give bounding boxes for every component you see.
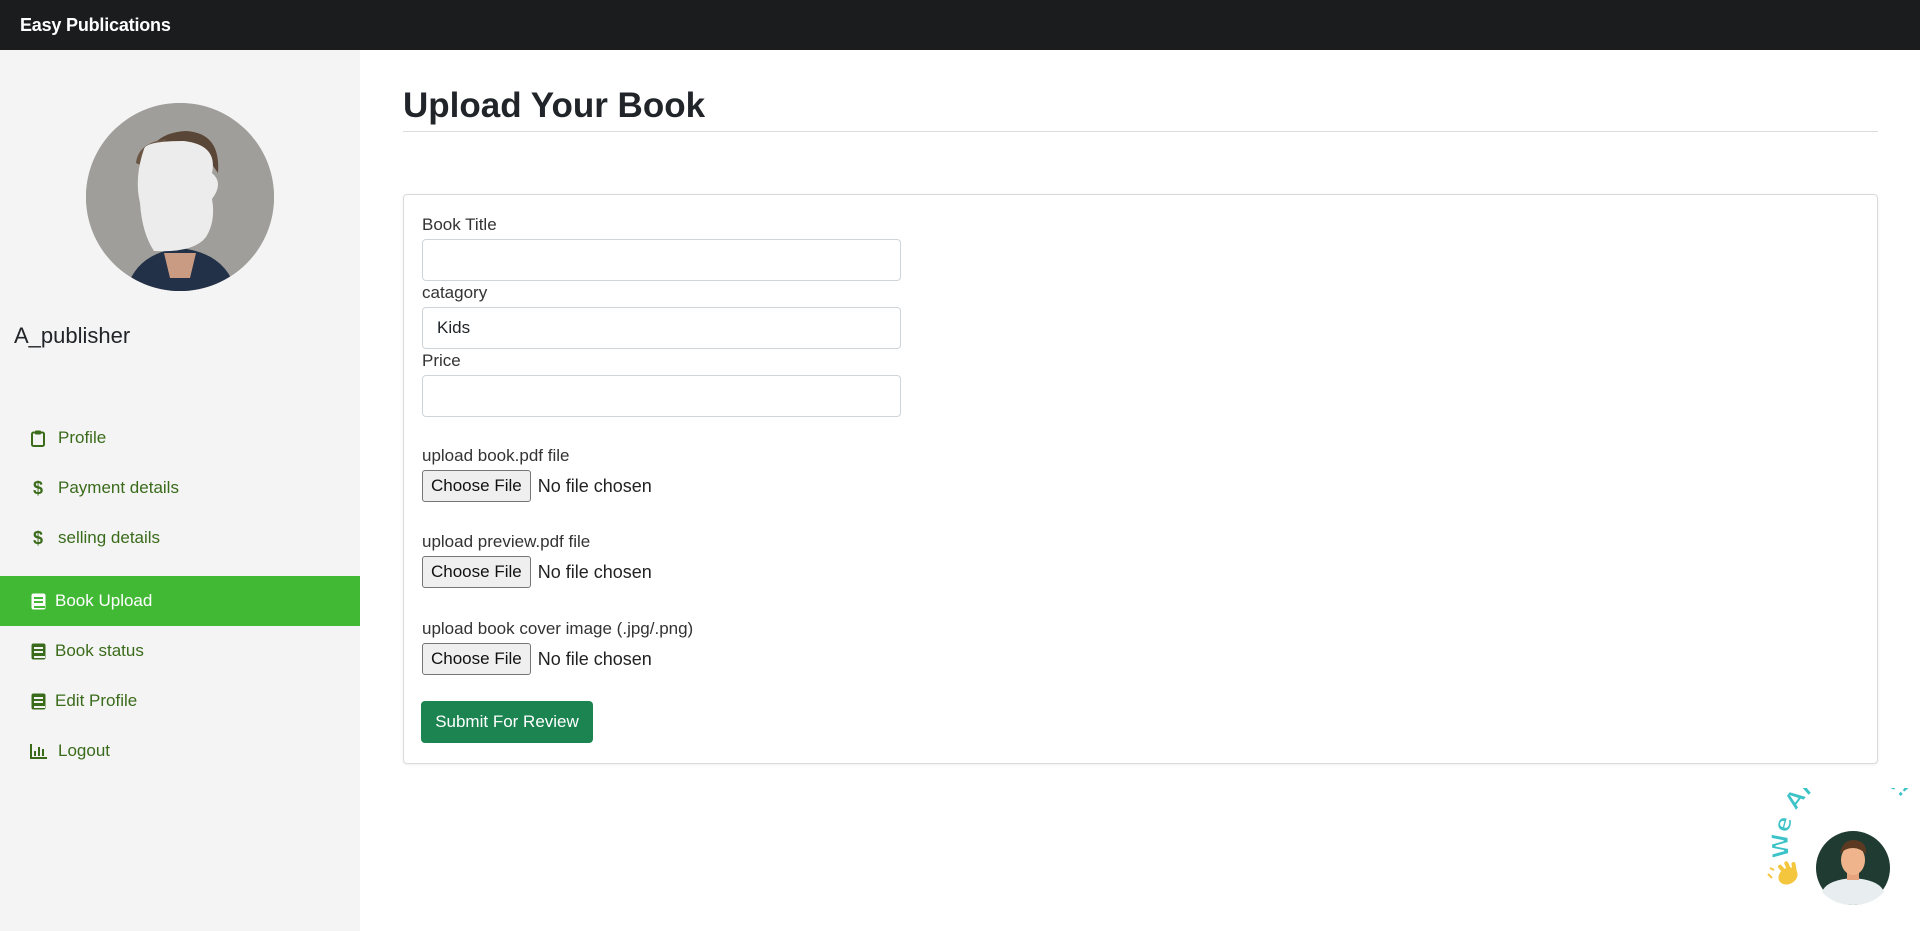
- waving-hand-icon: [1767, 861, 1798, 885]
- upload-form-card: Book Title catagory Kids Price upload bo…: [403, 194, 1878, 764]
- price-label: Price: [422, 351, 461, 370]
- book-pdf-file-status: No file chosen: [537, 475, 652, 496]
- book-icon: [28, 641, 48, 661]
- support-agent-avatar: [1816, 831, 1890, 905]
- price-input[interactable]: [422, 375, 901, 417]
- dollar-icon: $: [32, 527, 43, 548]
- chart-icon: [28, 741, 48, 761]
- cover-image-label: upload book cover image (.jpg/.png): [422, 619, 694, 638]
- dollar-icon: $: [32, 477, 43, 498]
- book-title-label: Book Title: [422, 215, 497, 234]
- sidebar-item-label: Edit Profile: [55, 691, 138, 710]
- title-divider: [403, 131, 1878, 132]
- preview-pdf-choose-file-button[interactable]: Choose File: [422, 556, 531, 588]
- book-pdf-file-input: Choose File No file chosen: [422, 470, 652, 502]
- sidebar-item-book-upload[interactable]: Book Upload: [0, 576, 360, 626]
- brand-title[interactable]: Easy Publications: [20, 15, 171, 36]
- chat-support-widget[interactable]: We Are Here!: [1760, 756, 1920, 931]
- sidebar-item-label: Logout: [58, 741, 110, 760]
- sidebar-item-label: selling details: [58, 528, 161, 547]
- sidebar-item-label: Profile: [58, 428, 107, 447]
- avatar: [86, 103, 274, 291]
- preview-pdf-file-status: No file chosen: [537, 561, 652, 582]
- book-pdf-label: upload book.pdf file: [422, 446, 570, 465]
- book-icon: [28, 691, 48, 711]
- preview-pdf-label: upload preview.pdf file: [422, 532, 591, 551]
- sidebar-item-logout[interactable]: Logout: [0, 726, 360, 776]
- book-icon: [28, 591, 48, 611]
- submit-for-review-button[interactable]: Submit For Review: [421, 701, 593, 743]
- cover-image-choose-file-button[interactable]: Choose File: [422, 643, 531, 675]
- cover-image-file-input: Choose File No file chosen: [422, 643, 652, 675]
- sidebar-item-book-status[interactable]: Book status: [0, 626, 360, 676]
- sidebar: A_publisher Profile $ Payment details $ …: [0, 50, 360, 931]
- sidebar-item-label: Book status: [55, 641, 144, 660]
- sidebar-item-label: Payment details: [58, 478, 179, 497]
- preview-pdf-file-input: Choose File No file chosen: [422, 556, 652, 588]
- username: A_publisher: [14, 323, 131, 348]
- page-title: Upload Your Book: [403, 86, 706, 125]
- clipboard-icon: [28, 428, 48, 448]
- top-navbar: Easy Publications: [0, 0, 1920, 50]
- book-pdf-choose-file-button[interactable]: Choose File: [422, 470, 531, 502]
- sidebar-item-profile[interactable]: Profile: [0, 413, 360, 463]
- sidebar-item-label: Book Upload: [55, 591, 153, 610]
- sidebar-item-selling-details[interactable]: $ selling details: [0, 513, 360, 563]
- book-title-input[interactable]: [422, 239, 901, 281]
- cover-image-file-status: No file chosen: [537, 648, 652, 669]
- avatar-photo: [86, 103, 274, 291]
- sidebar-item-edit-profile[interactable]: Edit Profile: [0, 676, 360, 726]
- category-select[interactable]: Kids: [422, 307, 901, 349]
- category-label: catagory: [422, 283, 488, 302]
- category-selected-value: Kids: [437, 318, 471, 337]
- sidebar-item-payment-details[interactable]: $ Payment details: [0, 463, 360, 513]
